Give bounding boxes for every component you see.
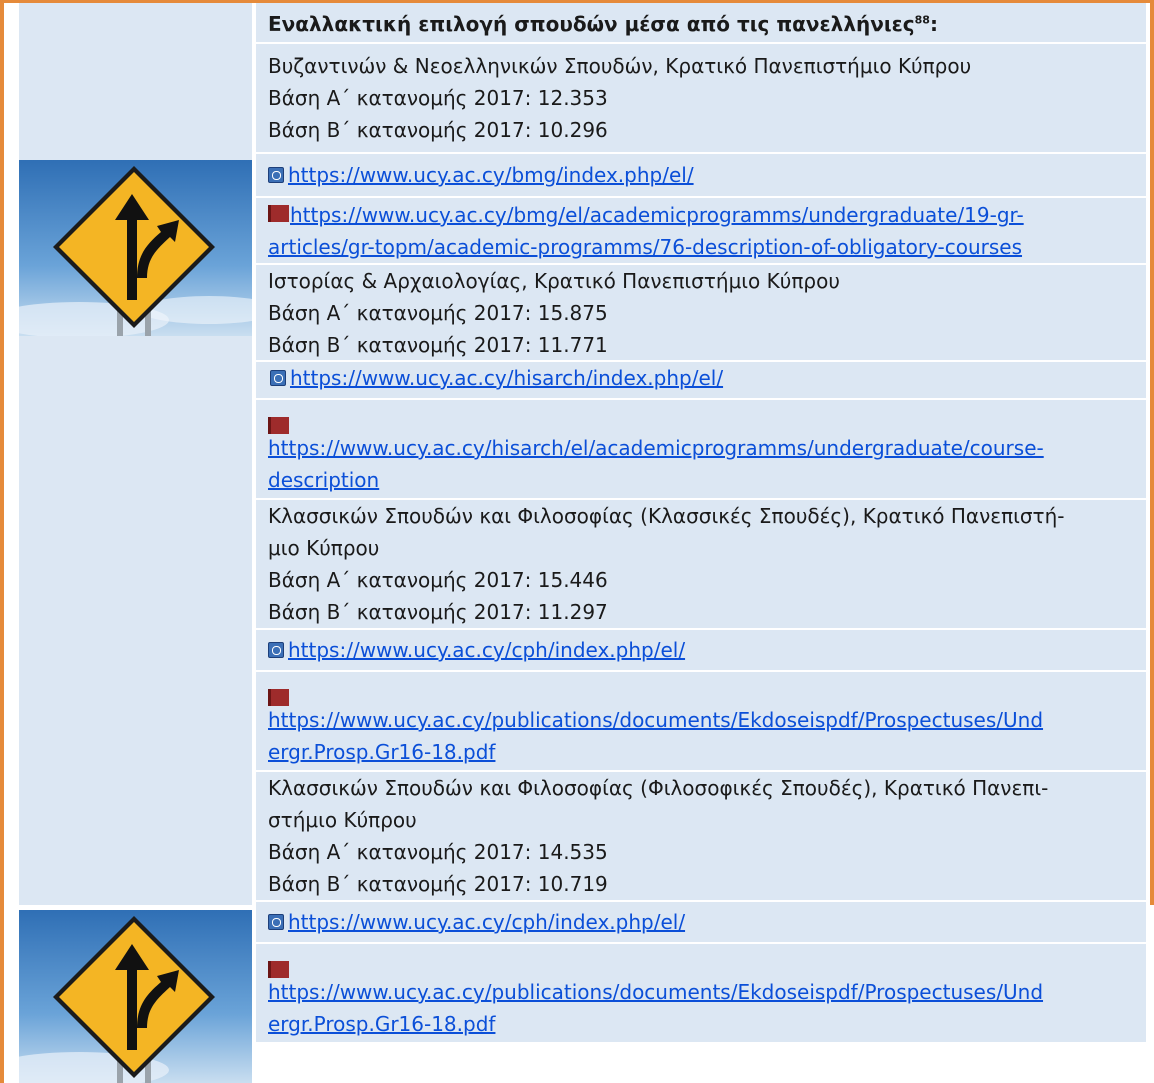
- program-name: Κλασσικών Σπουδών και Φιλοσοφίας (Φιλοσο…: [268, 776, 1049, 800]
- header-suffix: :: [929, 12, 938, 36]
- road-fork-sign-icon: [19, 910, 252, 1083]
- web-link-icon: [268, 166, 284, 183]
- frame-left-border: [0, 0, 4, 1083]
- program-info-row: Βυζαντινών & Νεοελληνικών Σπουδών, Κρατι…: [256, 44, 1146, 154]
- program-info-row: Κλασσικών Σπουδών και Φιλοσοφίας (Κλασσι…: [256, 500, 1146, 630]
- program-name: Ιστορίας & Αρχαιολογίας, Κρατικό Πανεπισ…: [268, 269, 840, 293]
- prospectus-link[interactable]: https://www.ucy.ac.cy/publications/docum…: [268, 708, 1043, 732]
- base-b-score: Βάση Β΄ κατανομής 2017: 11.771: [268, 333, 608, 357]
- program-info-row: Κλασσικών Σπουδών και Φιλοσοφίας (Φιλοσο…: [256, 772, 1146, 902]
- prospectus-link[interactable]: https://www.ucy.ac.cy/publications/docum…: [268, 980, 1043, 1004]
- program-name: Βυζαντινών & Νεοελληνικών Σπουδών, Κρατι…: [268, 54, 972, 78]
- base-a-score: Βάση Α΄ κατανομής 2017: 15.875: [268, 301, 608, 325]
- web-link-row: https://www.ucy.ac.cy/hisarch/index.php/…: [256, 362, 1146, 400]
- book-link-row: https://www.ucy.ac.cy/bmg/el/academicpro…: [256, 198, 1146, 265]
- department-web-link[interactable]: https://www.ucy.ac.cy/cph/index.php/el/: [288, 910, 685, 934]
- department-web-link[interactable]: https://www.ucy.ac.cy/hisarch/index.php/…: [290, 366, 723, 390]
- department-web-link[interactable]: https://www.ucy.ac.cy/cph/index.php/el/: [288, 638, 685, 662]
- program-name-cont: μιο Κύπρου: [268, 536, 380, 560]
- web-link-row: https://www.ucy.ac.cy/bmg/index.php/el/: [256, 154, 1146, 198]
- header-title: Εναλλακτική επιλογή σπουδών μέσα από τις…: [268, 12, 915, 36]
- book-icon: [268, 205, 289, 222]
- base-b-score: Βάση Β΄ κατανομής 2017: 10.296: [268, 118, 608, 142]
- web-link-row: https://www.ucy.ac.cy/cph/index.php/el/: [256, 902, 1146, 944]
- department-web-link[interactable]: https://www.ucy.ac.cy/bmg/index.php/el/: [288, 163, 694, 187]
- book-link-row: https://www.ucy.ac.cy/publications/docum…: [256, 944, 1146, 1044]
- course-description-link[interactable]: https://www.ucy.ac.cy/hisarch/el/academi…: [268, 436, 1044, 460]
- prospectus-link-cont[interactable]: ergr.Prosp.Gr16-18.pdf: [268, 740, 495, 764]
- program-info-row: Ιστορίας & Αρχαιολογίας, Κρατικό Πανεπισ…: [256, 265, 1146, 362]
- base-a-score: Βάση Α΄ κατανομής 2017: 12.353: [268, 86, 608, 110]
- programs-table: Εναλλακτική επιλογή σπουδών μέσα από τις…: [256, 3, 1146, 1044]
- frame-right-border: [1150, 0, 1154, 905]
- program-name: Κλασσικών Σπουδών και Φιλοσοφίας (Κλασσι…: [268, 504, 1065, 528]
- book-icon: [268, 689, 289, 706]
- base-a-score: Βάση Α΄ κατανομής 2017: 14.535: [268, 840, 608, 864]
- course-description-link[interactable]: https://www.ucy.ac.cy/bmg/el/academicpro…: [290, 203, 1024, 227]
- book-link-row: https://www.ucy.ac.cy/hisarch/el/academi…: [256, 400, 1146, 500]
- base-b-score: Βάση Β΄ κατανομής 2017: 10.719: [268, 872, 608, 896]
- table-header: Εναλλακτική επιλογή σπουδών μέσα από τις…: [256, 3, 1146, 44]
- web-link-icon: [268, 913, 284, 930]
- base-b-score: Βάση Β΄ κατανομής 2017: 11.297: [268, 600, 608, 624]
- base-a-score: Βάση Α΄ κατανομής 2017: 15.446: [268, 568, 608, 592]
- prospectus-link-cont[interactable]: ergr.Prosp.Gr16-18.pdf: [268, 1012, 495, 1036]
- book-icon: [268, 417, 289, 434]
- course-description-link-cont[interactable]: description: [268, 468, 379, 492]
- web-link-icon: [268, 641, 284, 658]
- book-link-row: https://www.ucy.ac.cy/publications/docum…: [256, 672, 1146, 772]
- web-link-row: https://www.ucy.ac.cy/cph/index.php/el/: [256, 630, 1146, 672]
- book-icon: [268, 961, 289, 978]
- left-column-panel: [19, 3, 252, 905]
- footnote-marker[interactable]: 88: [915, 13, 930, 26]
- road-fork-sign-icon: [19, 160, 252, 336]
- program-name-cont: στήμιο Κύπρου: [268, 808, 417, 832]
- web-link-icon: [270, 369, 286, 386]
- course-description-link-cont[interactable]: articles/gr-topm/academic-programms/76-d…: [268, 235, 1022, 259]
